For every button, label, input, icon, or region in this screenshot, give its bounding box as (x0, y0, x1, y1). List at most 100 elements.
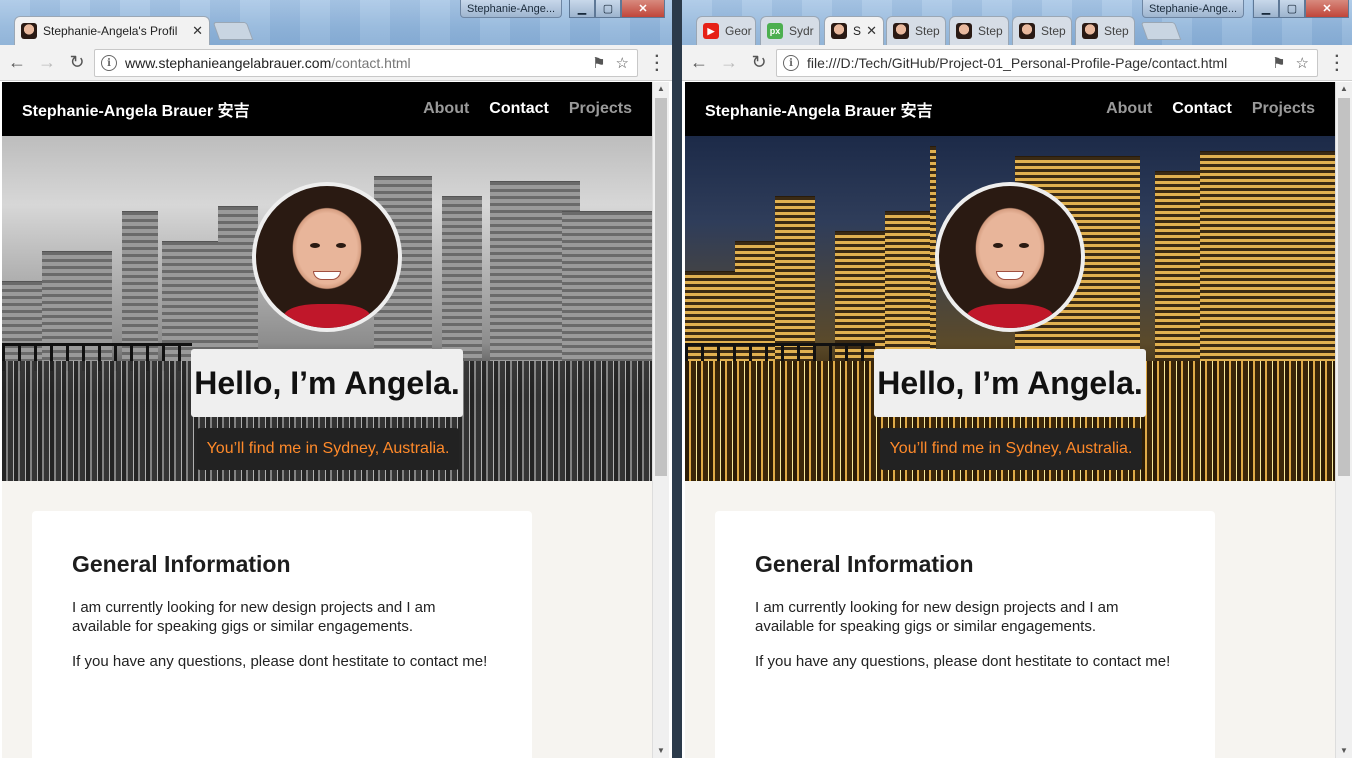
card-paragraph-2: If you have any questions, please dont h… (755, 653, 1171, 670)
tab-label: Step (1041, 24, 1066, 38)
nav-links: About Contact Projects (423, 100, 632, 118)
tab-label: Step (978, 24, 1003, 38)
site-navbar: Stephanie-Angela Brauer 安吉 About Contact… (2, 82, 652, 136)
close-window-icon[interactable]: ✕ (1305, 0, 1349, 18)
tab-label: Step (915, 24, 940, 38)
reload-icon[interactable]: ↻ (746, 50, 772, 76)
window-title-badge: Stephanie-Ange... (460, 0, 563, 18)
page-scrollbar[interactable]: ▲ ▼ (652, 82, 669, 758)
bookmark-star-icon[interactable]: ☆ (616, 54, 629, 72)
hero-location: You’ll find me in Sydney, Australia. (880, 428, 1142, 470)
tab-profile[interactable]: Step (1012, 16, 1072, 45)
general-info-card: General Information I am currently looki… (715, 511, 1215, 758)
hero-banner-color: Hello, I’m Angela. You’ll find me in Syd… (685, 136, 1335, 481)
hero-banner-bw: Hello, I’m Angela. You’ll find me in Syd… (2, 136, 652, 481)
nav-about[interactable]: About (1106, 100, 1152, 118)
scroll-down-icon[interactable]: ▼ (1336, 744, 1352, 758)
site-navbar: Stephanie-Angela Brauer 安吉 About Contact… (685, 82, 1335, 136)
translate-icon[interactable]: ⚑ (592, 54, 605, 72)
site-brand[interactable]: Stephanie-Angela Brauer 安吉 (22, 97, 250, 121)
window-controls: ▁ ▢ ✕ (569, 0, 665, 18)
tab-profile[interactable]: Step (1075, 16, 1135, 45)
scroll-up-icon[interactable]: ▲ (1336, 82, 1352, 96)
right-browser-window: Stephanie-Ange... ▁ ▢ ✕ ▶ Geor px Sydr S… (682, 0, 1352, 758)
nav-contact[interactable]: Contact (1172, 100, 1232, 118)
info-icon[interactable]: i (783, 55, 799, 71)
close-tab-icon[interactable]: ✕ (188, 23, 203, 39)
page-viewport: Stephanie-Angela Brauer 安吉 About Contact… (685, 82, 1335, 758)
tab-label: Geor (725, 24, 752, 38)
browser-toolbar: ← → ↻ i file:///D:/Tech/GitHub/Project-0… (682, 45, 1352, 81)
tab-profile[interactable]: Step (949, 16, 1009, 45)
tab-500px[interactable]: px Sydr (760, 16, 820, 45)
profile-favicon-icon (956, 23, 972, 39)
profile-favicon-icon (21, 23, 37, 39)
close-tab-icon[interactable]: ✕ (862, 23, 877, 39)
page-scrollbar[interactable]: ▲ ▼ (1335, 82, 1352, 758)
url-text: file:///D:/Tech/GitHub/Project-01_Person… (807, 55, 1228, 71)
nav-links: About Contact Projects (1106, 100, 1315, 118)
card-paragraph-1: I am currently looking for new design pr… (755, 599, 1119, 635)
nav-contact[interactable]: Contact (489, 100, 549, 118)
translate-icon[interactable]: ⚑ (1272, 54, 1285, 72)
profile-photo (252, 182, 402, 332)
menu-kebab-icon[interactable]: · · · (655, 49, 660, 79)
menu-kebab-icon[interactable]: · · · (1335, 49, 1340, 79)
window-controls: ▁ ▢ ✕ (1253, 0, 1349, 18)
scroll-thumb[interactable] (1338, 98, 1350, 476)
500px-favicon-icon: px (767, 23, 783, 39)
card-heading: General Information (72, 551, 291, 577)
tab-profile-active[interactable]: S ✕ (824, 16, 884, 45)
general-info-card: General Information I am currently looki… (32, 511, 532, 758)
back-icon[interactable]: ← (686, 50, 712, 76)
url-host: www.stephanieangelabrauer.com (125, 55, 332, 71)
scroll-down-icon[interactable]: ▼ (653, 744, 669, 758)
hero-greeting: Hello, I’m Angela. (191, 349, 463, 417)
window-divider (672, 0, 682, 758)
hero-location: You’ll find me in Sydney, Australia. (197, 428, 459, 470)
profile-favicon-icon (1082, 23, 1098, 39)
new-tab-button[interactable] (1140, 22, 1182, 40)
reload-icon[interactable]: ↻ (64, 50, 90, 76)
tab-label: S (853, 24, 862, 38)
address-bar[interactable]: i file:///D:/Tech/GitHub/Project-01_Pers… (776, 49, 1318, 77)
profile-photo (935, 182, 1085, 332)
card-paragraph-2: If you have any questions, please dont h… (72, 653, 488, 670)
browser-toolbar: ← → ↻ i www.stephanieangelabrauer.com/co… (0, 45, 672, 81)
tab-profile[interactable]: Stephanie-Angela's Profil ✕ (14, 16, 210, 45)
minimize-icon[interactable]: ▁ (569, 0, 595, 18)
tab-label: Stephanie-Angela's Profil (43, 24, 178, 38)
profile-favicon-icon (893, 23, 909, 39)
forward-icon[interactable]: → (34, 50, 60, 76)
page-viewport: Stephanie-Angela Brauer 安吉 About Contact… (2, 82, 652, 758)
forward-icon[interactable]: → (716, 50, 742, 76)
card-paragraph-1: I am currently looking for new design pr… (72, 599, 436, 635)
window-title-badge: Stephanie-Ange... (1142, 0, 1245, 18)
close-window-icon[interactable]: ✕ (621, 0, 665, 18)
address-bar[interactable]: i www.stephanieangelabrauer.com/contact.… (94, 49, 638, 77)
card-heading: General Information (755, 551, 974, 577)
nav-about[interactable]: About (423, 100, 469, 118)
back-icon[interactable]: ← (4, 50, 30, 76)
maximize-icon[interactable]: ▢ (595, 0, 621, 18)
left-browser-window: Stephanie-Ange... ▁ ▢ ✕ Stephanie-Angela… (0, 0, 672, 758)
tab-youtube[interactable]: ▶ Geor (696, 16, 756, 45)
nav-projects[interactable]: Projects (1252, 100, 1315, 118)
profile-favicon-icon (1019, 23, 1035, 39)
profile-favicon-icon (831, 23, 847, 39)
minimize-icon[interactable]: ▁ (1253, 0, 1279, 18)
url-path: /contact.html (331, 55, 411, 71)
scroll-thumb[interactable] (655, 98, 667, 476)
bookmark-star-icon[interactable]: ☆ (1296, 54, 1309, 72)
tab-profile[interactable]: Step (886, 16, 946, 45)
tab-label: Sydr (789, 24, 814, 38)
hero-greeting: Hello, I’m Angela. (874, 349, 1146, 417)
new-tab-button[interactable] (212, 22, 254, 40)
maximize-icon[interactable]: ▢ (1279, 0, 1305, 18)
nav-projects[interactable]: Projects (569, 100, 632, 118)
info-icon[interactable]: i (101, 55, 117, 71)
tab-label: Step (1104, 24, 1129, 38)
scroll-up-icon[interactable]: ▲ (653, 82, 669, 96)
site-brand[interactable]: Stephanie-Angela Brauer 安吉 (705, 97, 933, 121)
youtube-favicon-icon: ▶ (703, 23, 719, 39)
